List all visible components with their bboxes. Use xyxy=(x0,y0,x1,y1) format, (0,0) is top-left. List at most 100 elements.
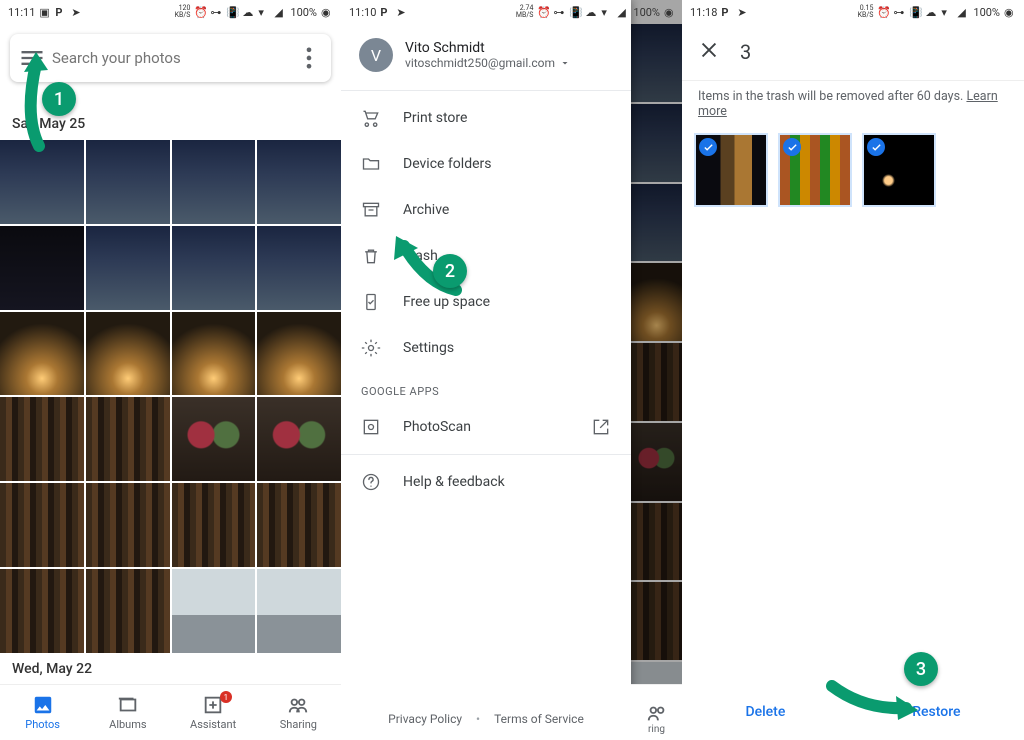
send-icon: ➤ xyxy=(396,6,408,18)
photo-thumb[interactable] xyxy=(86,226,170,310)
nav-photos[interactable]: Photos xyxy=(0,685,85,740)
photo-thumb[interactable] xyxy=(257,140,341,224)
sharing-icon xyxy=(646,702,668,724)
send-icon: ➤ xyxy=(737,6,749,18)
photo-thumb[interactable] xyxy=(0,569,84,653)
date-header: Wed, May 22 xyxy=(0,653,341,685)
photo-thumb[interactable] xyxy=(86,140,170,224)
check-icon xyxy=(703,142,714,153)
drawer-photoscan[interactable]: PhotoScan xyxy=(341,404,631,450)
data-rate: 0.15KB/S xyxy=(858,5,874,19)
cloud-icon: ☁ xyxy=(925,6,937,18)
search-bar[interactable] xyxy=(10,34,331,82)
drawer-help[interactable]: Help & feedback xyxy=(341,459,631,505)
trash-actions: Delete Restore xyxy=(682,684,1024,740)
photo-thumb[interactable] xyxy=(172,226,256,310)
albums-icon xyxy=(117,694,139,716)
selection-count: 3 xyxy=(740,40,751,64)
photo-thumb[interactable] xyxy=(0,397,84,481)
check-icon xyxy=(871,142,882,153)
nav-label: Photos xyxy=(25,718,60,731)
photoscan-icon xyxy=(361,417,381,437)
photo-thumb[interactable] xyxy=(0,140,84,224)
key-icon: ⊶ xyxy=(553,6,565,18)
more-button[interactable] xyxy=(295,44,323,72)
data-rate: 120KB/S xyxy=(175,5,191,19)
date-header: Sat, May 25 xyxy=(0,88,341,140)
photos-feed[interactable]: Sat, May 25 Wed, xyxy=(0,24,341,684)
photo-thumb[interactable] xyxy=(0,312,84,396)
drawer-label: PhotoScan xyxy=(403,419,471,435)
battery-icon: ◉ xyxy=(321,6,333,18)
photo-thumb[interactable] xyxy=(172,140,256,224)
gear-icon xyxy=(361,338,381,358)
trash-thumb[interactable] xyxy=(778,133,852,207)
drawer-footer: Privacy Policy • Terms of Service xyxy=(341,698,631,740)
screen-trash: 11:18 P ➤ 0.15KB/S ⏰ ⊶ 📳 ☁ ▾ ◢ 100% ◉ 3 … xyxy=(682,0,1024,740)
nav-sharing-peek[interactable]: ring xyxy=(631,684,682,740)
trash-thumb[interactable] xyxy=(862,133,936,207)
drawer-archive[interactable]: Archive xyxy=(341,187,631,233)
battery-pct: 100% xyxy=(290,6,317,19)
hamburger-menu-button[interactable] xyxy=(18,44,46,72)
drawer-section-header: GOOGLE APPS xyxy=(341,371,631,404)
nav-assistant[interactable]: 1 Assistant xyxy=(171,685,256,740)
check-icon xyxy=(787,142,798,153)
photo-thumb[interactable] xyxy=(257,483,341,567)
photo-thumb[interactable] xyxy=(172,397,256,481)
photo-thumb[interactable] xyxy=(257,397,341,481)
alarm-icon: ⏰ xyxy=(537,6,549,18)
folder-icon xyxy=(361,154,381,174)
key-icon: ⊶ xyxy=(893,6,905,18)
trash-icon xyxy=(361,246,381,266)
photo-thumb[interactable] xyxy=(257,226,341,310)
search-bar-wrap xyxy=(0,24,341,88)
nav-sharing[interactable]: Sharing xyxy=(256,685,341,740)
hamburger-icon xyxy=(18,44,46,72)
photo-thumb[interactable] xyxy=(86,397,170,481)
search-input[interactable] xyxy=(46,49,295,67)
photo-thumb[interactable] xyxy=(172,483,256,567)
help-icon xyxy=(361,472,381,492)
drawer-trash[interactable]: Trash xyxy=(341,233,631,279)
photos-icon xyxy=(32,694,54,716)
nav-label: Sharing xyxy=(280,718,317,731)
p-icon: P xyxy=(380,6,392,18)
status-bar: 11:10 P ➤ 2.74MB/S ⏰ ⊶ 📳 ☁ ▾ ◢ 100% ◉ xyxy=(341,0,631,24)
vibrate-icon: 📳 xyxy=(569,6,581,18)
close-button[interactable] xyxy=(698,39,720,65)
photo-thumb[interactable] xyxy=(172,569,256,653)
wifi-icon: ▾ xyxy=(941,6,953,18)
photo-thumb[interactable] xyxy=(257,569,341,653)
photo-thumb[interactable] xyxy=(86,483,170,567)
restore-button[interactable]: Restore xyxy=(912,704,960,720)
status-bar: 11:18 P ➤ 0.15KB/S ⏰ ⊶ 📳 ☁ ▾ ◢ 100% ◉ xyxy=(682,0,1024,24)
delete-button[interactable]: Delete xyxy=(745,704,785,720)
status-time: 11:11 xyxy=(8,6,35,19)
drawer-label: Settings xyxy=(403,340,454,356)
photo-thumb[interactable] xyxy=(0,483,84,567)
privacy-link[interactable]: Privacy Policy xyxy=(388,712,462,726)
photo-thumb[interactable] xyxy=(172,312,256,396)
account-header[interactable]: V Vito Schmidt vitoschmidt250@gmail.com xyxy=(341,24,631,86)
photo-thumb[interactable] xyxy=(86,312,170,396)
key-icon: ⊶ xyxy=(210,6,222,18)
nav-drawer: V Vito Schmidt vitoschmidt250@gmail.com … xyxy=(341,0,631,740)
photo-thumb[interactable] xyxy=(257,312,341,396)
drawer-free-up-space[interactable]: Free up space xyxy=(341,279,631,325)
alarm-icon: ⏰ xyxy=(194,6,206,18)
nav-albums[interactable]: Albums xyxy=(85,685,170,740)
drawer-print-store[interactable]: Print store xyxy=(341,95,631,141)
photo-thumb[interactable] xyxy=(0,226,84,310)
account-email: vitoschmidt250@gmail.com xyxy=(405,56,571,70)
photo-thumb[interactable] xyxy=(86,569,170,653)
trash-thumb[interactable] xyxy=(694,133,768,207)
screen-photos-main: 11:11 ▣ P ➤ 120KB/S ⏰ ⊶ 📳 ☁ ▾ ◢ 100% ◉ xyxy=(0,0,341,740)
drawer-settings[interactable]: Settings xyxy=(341,325,631,371)
battery-pct: 100% xyxy=(633,6,660,19)
selected-check xyxy=(699,138,717,156)
tos-link[interactable]: Terms of Service xyxy=(494,712,584,726)
drawer-device-folders[interactable]: Device folders xyxy=(341,141,631,187)
nav-label: Assistant xyxy=(190,718,236,731)
phone-check-icon xyxy=(361,292,381,312)
